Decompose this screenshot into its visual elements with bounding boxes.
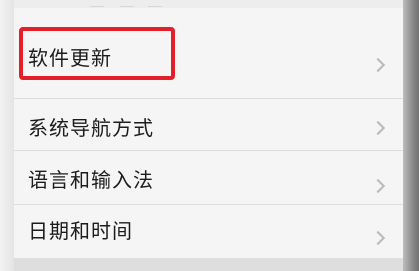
menu-item-date-time[interactable]: 日期和时间 — [14, 205, 403, 258]
menu-item-label: 日期和时间 — [28, 219, 133, 243]
menu-item-label: 语言和输入法 — [28, 168, 154, 192]
top-bezel-mark — [90, 0, 104, 7]
menu-item-label: 系统导航方式 — [28, 116, 154, 140]
top-bezel-mark — [148, 0, 162, 7]
bottom-strip — [14, 258, 403, 271]
settings-screen: 软件更新 系统导航方式 语言和输入法 日期和时间 — [14, 8, 403, 271]
right-bezel — [403, 0, 419, 271]
top-bezel-mark — [120, 0, 134, 7]
chevron-right-icon — [370, 230, 386, 246]
chevron-right-icon — [370, 178, 386, 194]
chevron-right-icon — [370, 120, 386, 136]
chevron-right-icon — [370, 57, 386, 73]
menu-item-language-input[interactable]: 语言和输入法 — [14, 151, 403, 204]
left-rail — [0, 0, 14, 271]
menu-item-system-navigation[interactable]: 系统导航方式 — [14, 99, 403, 150]
highlight-annotation-box — [19, 27, 175, 80]
